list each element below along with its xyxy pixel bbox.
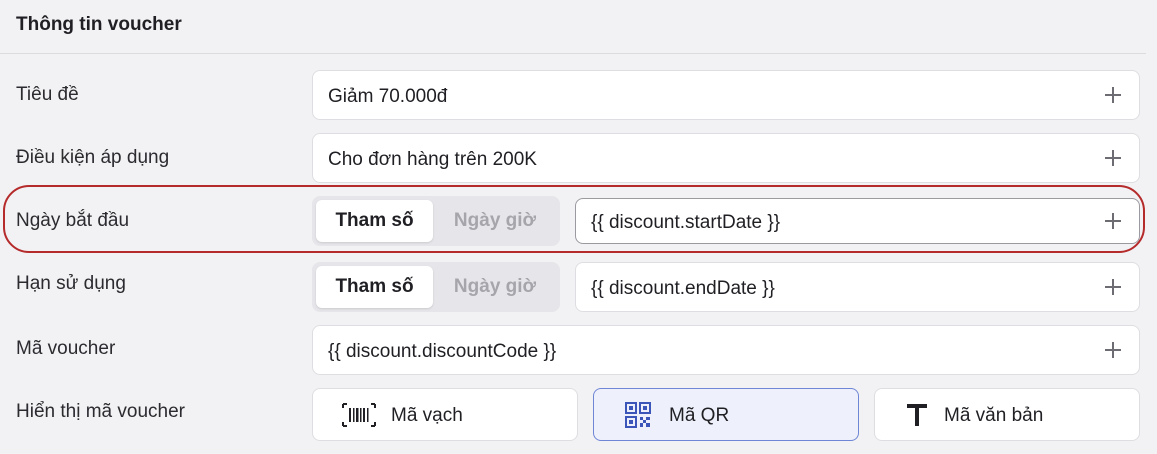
row-title: Tiêu đề Giảm 70.000đ xyxy=(0,70,1157,122)
toggle-option-parameter[interactable]: Tham số xyxy=(316,200,433,242)
row-code: Mã voucher {{ discount.discountCode }} xyxy=(0,325,1157,377)
qr-option-button[interactable]: Mã QR xyxy=(593,388,859,441)
code-value: {{ discount.discountCode }} xyxy=(328,341,557,362)
start-date-label: Ngày bắt đầu xyxy=(16,210,130,231)
condition-value: Cho đơn hàng trên 200K xyxy=(328,149,537,170)
plus-icon[interactable] xyxy=(1103,340,1123,360)
section-title: Thông tin voucher xyxy=(16,14,182,35)
code-label: Mã voucher xyxy=(16,338,116,359)
toggle-option-parameter[interactable]: Tham số xyxy=(316,266,433,308)
qr-code-icon xyxy=(625,402,651,428)
row-expiry: Hạn sử dụng Tham số Ngày giờ {{ discount… xyxy=(0,262,1157,314)
start-date-value: {{ discount.startDate }} xyxy=(591,212,781,233)
title-label: Tiêu đề xyxy=(16,84,79,105)
expiry-value: {{ discount.endDate }} xyxy=(591,278,775,299)
expiry-label: Hạn sử dụng xyxy=(16,273,126,294)
row-condition: Điều kiện áp dụng Cho đơn hàng trên 200K xyxy=(0,133,1157,185)
barcode-option-button[interactable]: Mã vạch xyxy=(312,388,578,441)
barcode-option-label: Mã vạch xyxy=(391,405,463,426)
text-code-option-label: Mã văn bản xyxy=(944,405,1044,426)
text-code-option-button[interactable]: Mã văn bản xyxy=(874,388,1140,441)
section-divider xyxy=(0,53,1146,54)
expiry-field[interactable]: {{ discount.endDate }} xyxy=(575,262,1140,312)
condition-label: Điều kiện áp dụng xyxy=(16,147,170,168)
plus-icon[interactable] xyxy=(1103,211,1123,231)
text-icon xyxy=(907,404,927,426)
title-value: Giảm 70.000đ xyxy=(328,86,448,107)
row-start-date: Ngày bắt đầu Tham số Ngày giờ {{ discoun… xyxy=(0,196,1157,248)
title-field[interactable]: Giảm 70.000đ xyxy=(312,70,1140,120)
barcode-icon xyxy=(342,403,376,427)
plus-icon[interactable] xyxy=(1103,277,1123,297)
start-date-mode-toggle: Tham số Ngày giờ xyxy=(312,196,560,246)
display-label: Hiển thị mã voucher xyxy=(16,401,185,422)
qr-option-label: Mã QR xyxy=(669,405,730,426)
condition-field[interactable]: Cho đơn hàng trên 200K xyxy=(312,133,1140,183)
voucher-info-panel: Thông tin voucher Tiêu đề Giảm 70.000đ Đ… xyxy=(0,0,1157,454)
code-field[interactable]: {{ discount.discountCode }} xyxy=(312,325,1140,375)
toggle-option-datetime[interactable]: Ngày giờ xyxy=(436,266,554,308)
plus-icon[interactable] xyxy=(1103,148,1123,168)
toggle-option-datetime[interactable]: Ngày giờ xyxy=(436,200,554,242)
expiry-mode-toggle: Tham số Ngày giờ xyxy=(312,262,560,312)
plus-icon[interactable] xyxy=(1103,85,1123,105)
start-date-field[interactable]: {{ discount.startDate }} xyxy=(575,198,1140,244)
